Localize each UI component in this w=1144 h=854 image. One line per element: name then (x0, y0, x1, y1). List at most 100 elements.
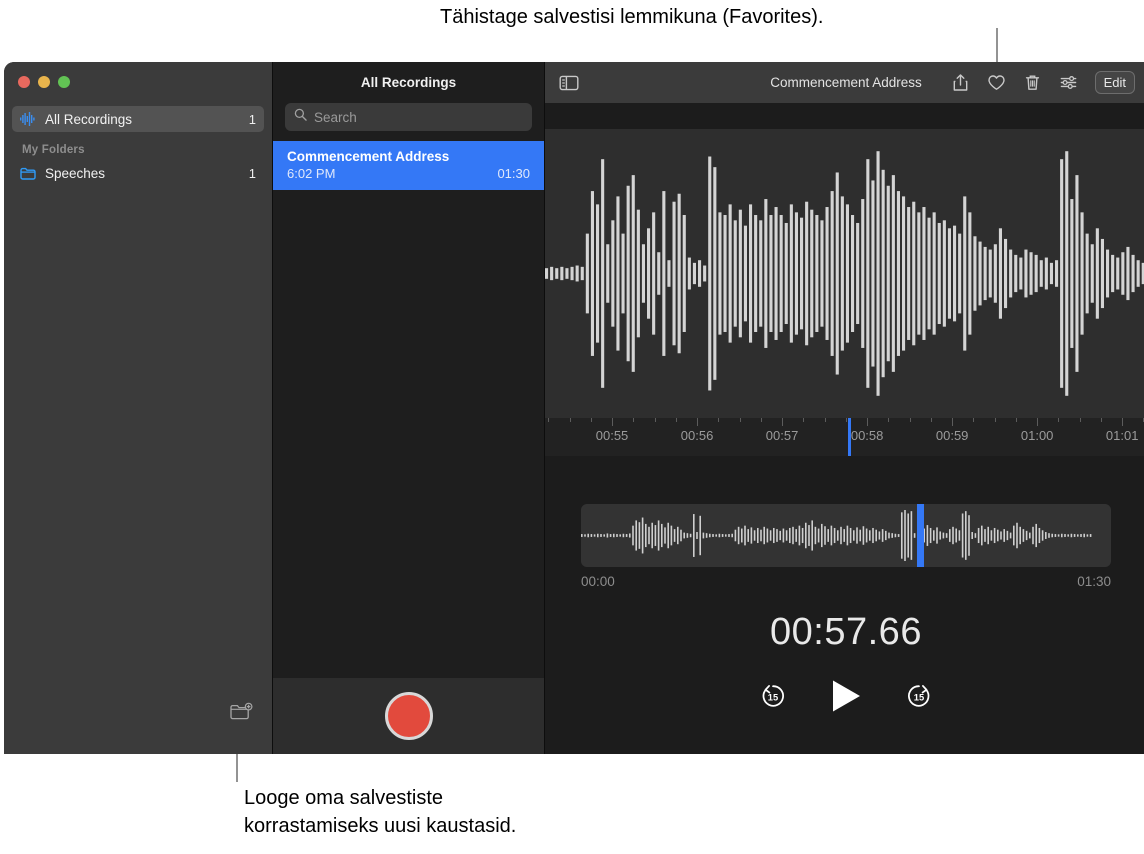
callout-favorites-text: Tähistage salvestisi lemmikuna (Favorite… (440, 6, 824, 28)
search-field[interactable] (285, 103, 532, 131)
recordings-list-panel: All Recordings Commencement Address 6:02… (272, 62, 544, 754)
ruler-tick-major (612, 418, 614, 426)
voice-memos-window: All Recordings 1 My Folders Speeches 1 A… (4, 62, 1144, 754)
window-controls (4, 62, 272, 102)
toolbar-actions: Edit (951, 71, 1135, 94)
ruler-tick-minor (675, 418, 677, 422)
waveform-top-strip (545, 103, 1144, 129)
folder-icon (20, 167, 36, 180)
list-item[interactable]: Commencement Address 6:02 PM 01:30 (273, 141, 544, 190)
sidebar-list: All Recordings 1 My Folders Speeches 1 (4, 106, 272, 186)
ruler-tick-major (1122, 418, 1124, 426)
current-time-display: 00:57.66 (770, 611, 922, 653)
callout-new-folder-text: Looge oma salvestiste korrastamiseks uus… (244, 784, 674, 841)
ruler-tick-major (952, 418, 954, 426)
ruler-tick-major (1037, 418, 1039, 426)
overview-container: 00:00 01:30 (545, 456, 1144, 589)
svg-text:15: 15 (768, 692, 778, 702)
waveform-detail-view[interactable] (545, 129, 1144, 418)
overview-start-time: 00:00 (581, 574, 615, 589)
new-folder-button[interactable] (226, 702, 256, 726)
ruler-tick-minor (1015, 418, 1017, 422)
transport-controls: 15 15 (545, 678, 1144, 719)
maximize-button[interactable] (58, 76, 70, 88)
detail-panel: Commencement Address Edit 00:55 00:56 00… (544, 62, 1144, 754)
callout-new-folder-line1: Looge oma salvestiste (244, 787, 444, 809)
ruler-tick-major (697, 418, 699, 426)
recording-meta: 6:02 PM 01:30 (287, 166, 530, 181)
callout-new-folder-line2: korrastamiseks uusi kaustasid. (244, 815, 517, 838)
sliders-icon[interactable] (1059, 73, 1078, 92)
list-panel-title: All Recordings (360, 75, 457, 90)
ruler-tick-minor (845, 418, 847, 422)
ruler-tick-label: 00:55 (595, 428, 629, 443)
share-icon[interactable] (951, 73, 970, 92)
skip-forward-15-icon[interactable]: 15 (905, 682, 933, 715)
ruler-tick-label: 01:01 (1105, 428, 1139, 443)
sidebar-item-speeches[interactable]: Speeches 1 (12, 160, 264, 186)
skip-back-15-icon[interactable]: 15 (759, 682, 787, 715)
ruler-tick-label: 00:58 (850, 428, 884, 443)
recording-time: 6:02 PM (287, 166, 336, 181)
waveform-detail-bars (545, 151, 1144, 396)
sidebar-item-count: 1 (248, 111, 256, 127)
waveform-icon (20, 112, 36, 126)
overview-playhead[interactable] (916, 504, 924, 567)
ruler-tick-minor (994, 418, 996, 422)
ruler-tick-minor (548, 418, 550, 422)
recording-name: Commencement Address (287, 149, 450, 164)
overview-time-labels: 00:00 01:30 (581, 574, 1111, 589)
close-button[interactable] (18, 76, 30, 88)
search-input[interactable] (314, 109, 523, 125)
ruler-tick-major (782, 418, 784, 426)
ruler-tick-label: 00:59 (935, 428, 969, 443)
ruler-tick-minor (1058, 418, 1060, 422)
search-icon (294, 108, 307, 126)
svg-text:15: 15 (914, 692, 924, 702)
ruler-tick-minor (590, 418, 592, 422)
sidebar-item-label: All Recordings (45, 111, 133, 127)
ruler-tick-minor (569, 418, 571, 422)
ruler-tick-minor (888, 418, 890, 422)
trash-icon[interactable] (1023, 73, 1042, 92)
sidebar-item-label: Speeches (45, 165, 106, 181)
ruler-tick-minor (718, 418, 720, 422)
ruler-tick-label: 00:56 (680, 428, 714, 443)
play-button[interactable] (829, 678, 863, 719)
recording-duration: 01:30 (497, 166, 530, 181)
ruler-tick-minor (633, 418, 635, 422)
edit-button[interactable]: Edit (1094, 71, 1135, 94)
minimize-button[interactable] (38, 76, 50, 88)
ruler-tick-minor (909, 418, 911, 422)
ruler-tick-minor (1079, 418, 1081, 422)
ruler-tick-minor (739, 418, 741, 422)
waveform-overview[interactable] (581, 504, 1111, 567)
search-container (273, 103, 544, 141)
ruler-tick-minor (803, 418, 805, 422)
toolbar: Commencement Address Edit (545, 62, 1144, 103)
ruler-tick-label: 00:57 (765, 428, 799, 443)
ruler-tick-label: 01:00 (1020, 428, 1054, 443)
heart-icon[interactable] (987, 73, 1006, 92)
sidebar-item-count: 1 (248, 165, 256, 181)
record-bar (273, 678, 544, 754)
timeline-ruler[interactable]: 00:5400:5500:5600:5700:5800:5901:0001:01 (545, 418, 1144, 456)
sidebar-section-header: My Folders (22, 144, 85, 156)
new-folder-icon (229, 702, 253, 727)
ruler-tick-minor (973, 418, 975, 422)
ruler-tick-minor (654, 418, 656, 422)
playhead[interactable] (848, 418, 851, 456)
waveform-overview-bars (581, 510, 1092, 561)
overview-end-time: 01:30 (1077, 574, 1111, 589)
recordings-list: Commencement Address 6:02 PM 01:30 (273, 141, 544, 678)
callout-favorites-leader-line (996, 28, 998, 62)
ruler-tick-minor (824, 418, 826, 422)
ruler-tick-minor (760, 418, 762, 422)
record-button[interactable] (384, 692, 433, 740)
sidebar: All Recordings 1 My Folders Speeches 1 (4, 62, 272, 754)
ruler-tick-minor (1100, 418, 1102, 422)
ruler-tick-major (867, 418, 869, 426)
ruler-tick-minor (930, 418, 932, 422)
sidebar-toggle-icon[interactable] (559, 74, 579, 92)
sidebar-item-all-recordings[interactable]: All Recordings 1 (12, 106, 264, 132)
